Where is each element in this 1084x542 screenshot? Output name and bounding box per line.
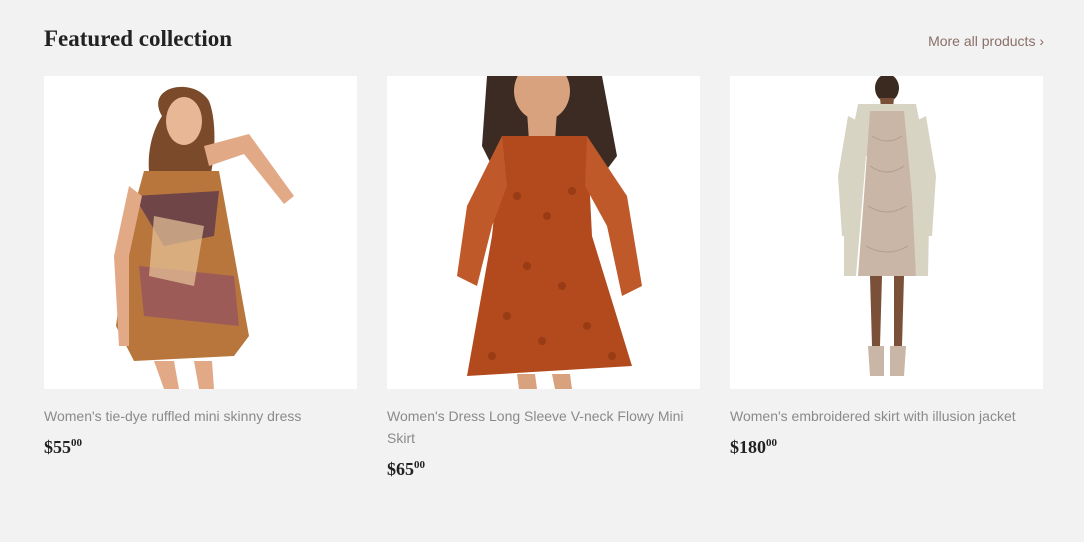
product-image[interactable] bbox=[387, 76, 700, 389]
more-products-link[interactable]: More all products › bbox=[928, 33, 1044, 49]
price-main: $55 bbox=[44, 437, 71, 457]
product-card[interactable]: Women's embroidered skirt with illusion … bbox=[730, 76, 1043, 480]
product-price: $18000 bbox=[730, 437, 1043, 458]
product-title[interactable]: Women's embroidered skirt with illusion … bbox=[730, 405, 1043, 427]
product-image[interactable] bbox=[730, 76, 1043, 389]
product-title[interactable]: Women's Dress Long Sleeve V-neck Flowy M… bbox=[387, 405, 700, 449]
price-cents: 00 bbox=[71, 437, 82, 449]
price-cents: 00 bbox=[766, 437, 777, 449]
product-card[interactable]: Women's Dress Long Sleeve V-neck Flowy M… bbox=[387, 76, 700, 480]
price-cents: 00 bbox=[414, 459, 425, 471]
product-card[interactable]: Women's tie-dye ruffled mini skinny dres… bbox=[44, 76, 357, 480]
price-main: $65 bbox=[387, 459, 414, 479]
section-title: Featured collection bbox=[44, 26, 232, 51]
product-price: $5500 bbox=[44, 437, 357, 458]
price-main: $180 bbox=[730, 437, 766, 457]
section-header: Featured collection More all products › bbox=[44, 26, 1044, 52]
product-title[interactable]: Women's tie-dye ruffled mini skinny dres… bbox=[44, 405, 357, 427]
product-price: $6500 bbox=[387, 459, 700, 480]
product-image[interactable] bbox=[44, 76, 357, 389]
product-grid: Women's tie-dye ruffled mini skinny dres… bbox=[44, 76, 1043, 480]
